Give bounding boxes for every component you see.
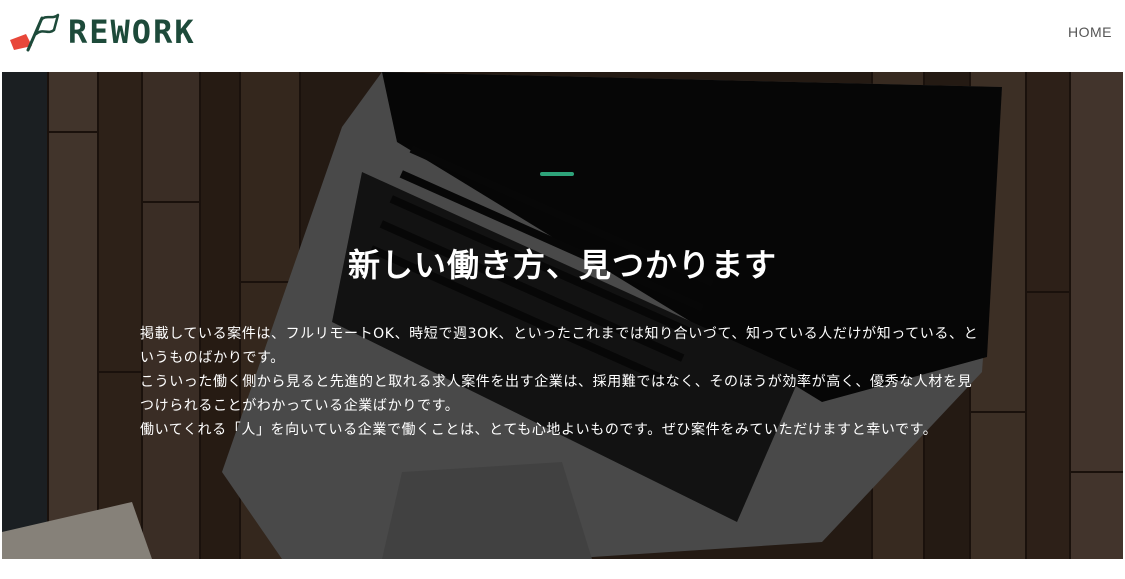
- logo-text: REWORK: [68, 13, 196, 51]
- hero-paragraph: 働いてくれる「人」を向いている企業で働くことは、とても心地よいものです。ぜひ案件…: [140, 422, 938, 438]
- hero-description: 掲載している案件は、フルリモートOK、時短で週3OK、といったこれまでは知り合い…: [140, 322, 980, 442]
- hero-title: 新しい働き方、見つかります: [347, 246, 777, 284]
- accent-bar: [540, 172, 574, 176]
- nav-home-link[interactable]: HOME: [1068, 24, 1112, 40]
- hero-section: 新しい働き方、見つかります 掲載している案件は、フルリモートOK、時短で週3OK…: [2, 72, 1123, 559]
- site-logo[interactable]: REWORK: [8, 10, 196, 54]
- site-header: REWORK HOME: [0, 0, 1125, 72]
- hero-paragraph: こういった働く側から見ると先進的と取れる求人案件を出す企業は、採用難ではなく、そ…: [140, 374, 973, 414]
- hero-paragraph: 掲載している案件は、フルリモートOK、時短で週3OK、といったこれまでは知り合い…: [140, 326, 979, 366]
- hero-overlay: [2, 72, 1123, 559]
- flag-logo-icon: [10, 13, 60, 52]
